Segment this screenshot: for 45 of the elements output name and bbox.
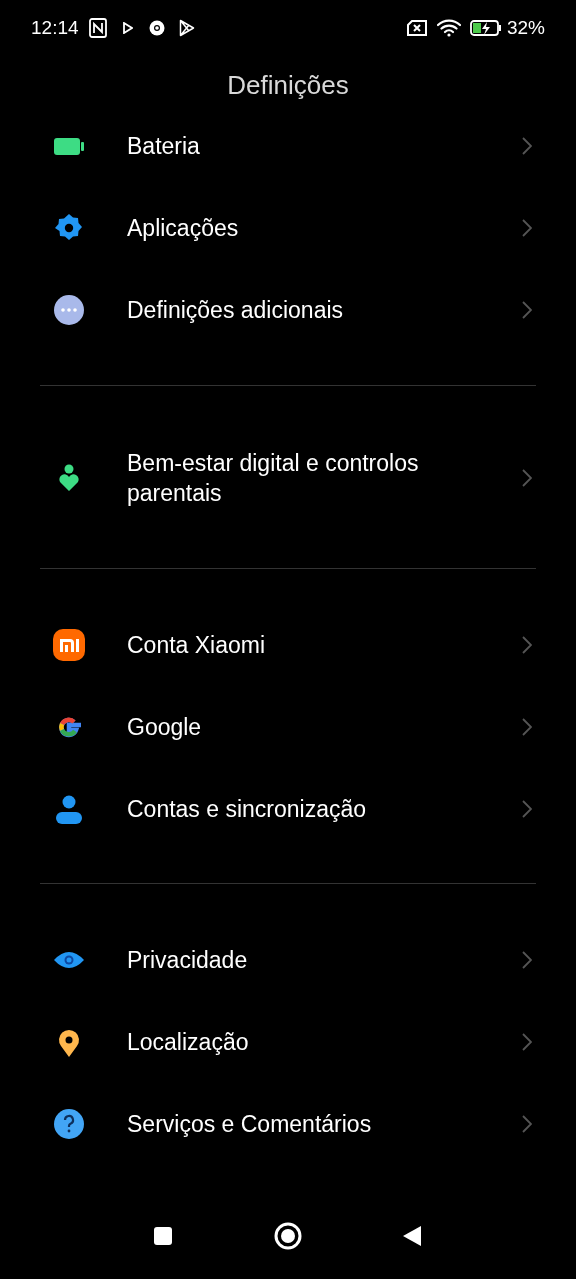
help-icon [52, 1107, 86, 1141]
battery-charging-icon [469, 20, 502, 36]
settings-item[interactable]: Bem-estar digital e controlos parentais [0, 421, 576, 535]
chevron-icon [522, 951, 532, 969]
item-label: Bem-estar digital e controlos parentais [127, 449, 420, 508]
sim-off-icon [405, 20, 428, 36]
item-label: Bateria [127, 132, 200, 161]
settings-item[interactable]: Google [0, 686, 576, 768]
item-label: Localização [127, 1028, 249, 1057]
back-button[interactable] [402, 1225, 422, 1247]
chevron-icon [522, 800, 532, 818]
item-label: Serviços e Comentários [127, 1110, 372, 1139]
chevron-icon [522, 137, 532, 155]
battery-percent: 32% [506, 15, 545, 40]
status-time: 12:14 [31, 15, 79, 40]
chevron-icon [522, 1033, 532, 1051]
home-button[interactable] [274, 1222, 302, 1250]
mi-logo-icon [52, 628, 86, 662]
play-icon [122, 22, 133, 34]
more-icon [52, 293, 86, 327]
page-title: Definições [227, 70, 349, 102]
chevron-icon [522, 636, 532, 654]
settings-item[interactable]: Definições adicionais [0, 269, 576, 351]
chevron-icon [522, 219, 532, 237]
settings-item[interactable]: Privacidade [0, 919, 576, 1001]
play-store-icon [178, 19, 195, 37]
settings-item[interactable]: Conta Xiaomi [0, 604, 576, 686]
settings-item[interactable]: Localização [0, 1001, 576, 1083]
item-label: Privacidade [127, 946, 248, 975]
item-label: Aplicações [127, 214, 239, 243]
settings-item[interactable]: Serviços e Comentários [0, 1083, 576, 1165]
chevron-icon [522, 1115, 532, 1133]
item-label: Google [127, 713, 202, 742]
item-label: Contas e sincronização [127, 795, 367, 824]
chevron-icon [522, 718, 532, 736]
item-label: Conta Xiaomi [127, 631, 266, 660]
item-label: Definições adicionais [127, 296, 344, 325]
wifi-icon [436, 19, 461, 37]
chevron-icon [522, 469, 532, 487]
recents-button[interactable] [153, 1226, 173, 1246]
chevron-icon [522, 301, 532, 319]
settings-item[interactable]: Bateria [0, 105, 576, 187]
settings-item[interactable]: Aplicações [0, 187, 576, 269]
settings-item[interactable]: Contas e sincronização [0, 768, 576, 850]
nfc-icon [88, 18, 107, 38]
